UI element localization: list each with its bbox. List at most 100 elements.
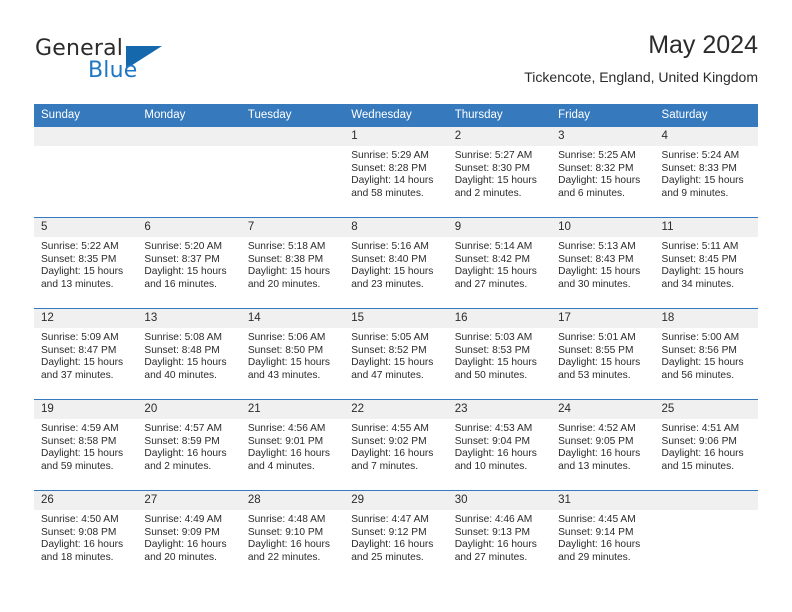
general-blue-logo[interactable]: General Blue xyxy=(35,36,225,88)
calendar-day-cell[interactable]: 17 Sunrise: 5:01 AM Sunset: 8:55 PM Dayligh… xyxy=(551,308,655,400)
calendar-day-cell[interactable]: 31 Sunrise: 4:45 AM Sunset: 9:14 PM Dayligh… xyxy=(551,490,655,581)
calendar-cell-empty xyxy=(240,127,345,218)
daylight-text-line2: and 6 minutes. xyxy=(558,187,625,199)
day-cell-inner: 19 Sunrise: 4:59 AM Sunset: 8:58 PM Dayligh… xyxy=(34,400,138,490)
calendar-day-cell[interactable]: 4 Sunrise: 5:24 AM Sunset: 8:33 PM Daylight… xyxy=(654,127,758,218)
daylight-text-line2: and 43 minutes. xyxy=(247,369,321,381)
day-cell-inner: 27 Sunrise: 4:49 AM Sunset: 9:09 PM Dayligh… xyxy=(137,491,241,581)
daylight-text-line2: and 58 minutes. xyxy=(351,187,424,199)
calendar-week-row: 1 Sunrise: 5:29 AM Sunset: 8:28 PM Daylight… xyxy=(34,127,758,218)
calendar-day-cell[interactable]: 21 Sunrise: 4:56 AM Sunset: 9:01 PM Dayligh… xyxy=(240,399,345,491)
calendar-day-cell[interactable]: 24 Sunrise: 4:52 AM Sunset: 9:05 PM Dayligh… xyxy=(551,399,655,491)
daylight-text-line1: Daylight: 16 hours xyxy=(41,539,124,551)
day-number: 7 xyxy=(240,218,345,237)
sunset-text: Sunset: 8:58 PM xyxy=(41,435,117,447)
sunset-text: Sunset: 8:45 PM xyxy=(661,253,737,265)
calendar-day-cell[interactable]: 23 Sunrise: 4:53 AM Sunset: 9:04 PM Dayligh… xyxy=(447,399,552,491)
calendar-day-cell[interactable]: 3 Sunrise: 5:25 AM Sunset: 8:32 PM Daylight… xyxy=(551,127,655,218)
day-number: 6 xyxy=(137,218,241,237)
weekday-header-saturday: Saturday xyxy=(654,104,758,127)
day-cell-inner: 28 Sunrise: 4:48 AM Sunset: 9:10 PM Dayligh… xyxy=(240,491,345,581)
daylight-text-line1: Daylight: 15 hours xyxy=(558,266,641,278)
sunset-text: Sunset: 8:32 PM xyxy=(558,162,634,174)
day-details: Sunrise: 5:20 AM Sunset: 8:37 PM Daylight:… xyxy=(137,237,240,291)
daylight-text-line1: Daylight: 15 hours xyxy=(454,266,537,278)
day-number: 26 xyxy=(34,491,138,510)
calendar-day-cell[interactable]: 5 Sunrise: 5:22 AM Sunset: 8:35 PM Daylight… xyxy=(34,217,138,309)
daylight-text-line2: and 59 minutes. xyxy=(41,460,114,472)
calendar-day-cell[interactable]: 18 Sunrise: 5:00 AM Sunset: 8:56 PM Dayligh… xyxy=(654,308,758,400)
day-number: 15 xyxy=(344,309,448,328)
calendar-day-cell[interactable]: 8 Sunrise: 5:16 AM Sunset: 8:40 PM Daylight… xyxy=(344,217,448,309)
sunset-text: Sunset: 8:48 PM xyxy=(144,344,220,356)
calendar-day-cell[interactable]: 1 Sunrise: 5:29 AM Sunset: 8:28 PM Daylight… xyxy=(344,127,448,218)
daylight-text-line2: and 29 minutes. xyxy=(558,551,631,563)
calendar-header-row: Sunday Monday Tuesday Wednesday Thursday… xyxy=(34,104,758,127)
calendar-day-cell[interactable]: 20 Sunrise: 4:57 AM Sunset: 8:59 PM Dayligh… xyxy=(137,399,241,491)
daylight-text-line1: Daylight: 15 hours xyxy=(351,357,434,369)
day-number: 17 xyxy=(551,309,655,328)
calendar-day-cell[interactable]: 19 Sunrise: 4:59 AM Sunset: 8:58 PM Dayligh… xyxy=(34,399,138,491)
day-number: 9 xyxy=(447,218,552,237)
calendar-day-cell[interactable]: 14 Sunrise: 5:06 AM Sunset: 8:50 PM Dayligh… xyxy=(240,308,345,400)
daylight-text-line1: Daylight: 16 hours xyxy=(454,448,537,460)
calendar-day-cell[interactable]: 9 Sunrise: 5:14 AM Sunset: 8:42 PM Daylight… xyxy=(447,217,552,309)
day-cell-inner: 17 Sunrise: 5:01 AM Sunset: 8:55 PM Dayligh… xyxy=(551,309,655,399)
daylight-text-line2: and 53 minutes. xyxy=(558,369,631,381)
sunset-text: Sunset: 9:04 PM xyxy=(454,435,531,447)
day-details: Sunrise: 5:14 AM Sunset: 8:42 PM Daylight:… xyxy=(448,237,551,291)
calendar-week-row: 12 Sunrise: 5:09 AM Sunset: 8:47 PM Dayligh… xyxy=(34,308,758,400)
calendar-day-cell[interactable]: 11 Sunrise: 5:11 AM Sunset: 8:45 PM Dayligh… xyxy=(654,217,758,309)
day-details: Sunrise: 5:27 AM Sunset: 8:30 PM Daylight:… xyxy=(448,146,551,200)
sunset-text: Sunset: 8:47 PM xyxy=(41,344,117,356)
calendar-day-cell[interactable]: 12 Sunrise: 5:09 AM Sunset: 8:47 PM Dayligh… xyxy=(34,308,138,400)
sunrise-text: Sunrise: 5:11 AM xyxy=(661,241,739,252)
day-number xyxy=(240,127,345,146)
daylight-text-line1: Daylight: 16 hours xyxy=(247,539,330,551)
calendar-day-cell[interactable]: 22 Sunrise: 4:55 AM Sunset: 9:02 PM Dayligh… xyxy=(344,399,448,491)
day-details: Sunrise: 4:59 AM Sunset: 8:58 PM Daylight:… xyxy=(34,419,137,473)
daylight-text-line1: Daylight: 16 hours xyxy=(247,448,330,460)
calendar-day-cell[interactable]: 10 Sunrise: 5:13 AM Sunset: 8:43 PM Dayligh… xyxy=(551,217,655,309)
sunrise-text: Sunrise: 5:13 AM xyxy=(558,241,636,252)
day-cell-inner: 20 Sunrise: 4:57 AM Sunset: 8:59 PM Dayligh… xyxy=(137,400,241,490)
sunrise-text: Sunrise: 4:48 AM xyxy=(247,514,326,525)
day-cell-inner xyxy=(240,127,345,217)
calendar-day-cell[interactable]: 13 Sunrise: 5:08 AM Sunset: 8:48 PM Dayligh… xyxy=(137,308,241,400)
daylight-text-line2: and 13 minutes. xyxy=(41,278,114,290)
calendar-day-cell[interactable]: 6 Sunrise: 5:20 AM Sunset: 8:37 PM Daylight… xyxy=(137,217,241,309)
calendar-day-cell[interactable]: 7 Sunrise: 5:18 AM Sunset: 8:38 PM Daylight… xyxy=(240,217,345,309)
day-number: 19 xyxy=(34,400,138,419)
day-cell-inner: 26 Sunrise: 4:50 AM Sunset: 9:08 PM Dayligh… xyxy=(34,491,138,581)
calendar-day-cell[interactable]: 15 Sunrise: 5:05 AM Sunset: 8:52 PM Dayligh… xyxy=(344,308,448,400)
day-cell-inner: 8 Sunrise: 5:16 AM Sunset: 8:40 PM Daylight… xyxy=(344,218,448,308)
calendar-day-cell[interactable]: 29 Sunrise: 4:47 AM Sunset: 9:12 PM Dayligh… xyxy=(344,490,448,581)
daylight-text-line2: and 22 minutes. xyxy=(247,551,321,563)
sunset-text: Sunset: 9:12 PM xyxy=(351,526,427,538)
day-details: Sunrise: 5:09 AM Sunset: 8:47 PM Daylight:… xyxy=(34,328,137,382)
calendar-day-cell[interactable]: 25 Sunrise: 4:51 AM Sunset: 9:06 PM Dayligh… xyxy=(654,399,758,491)
calendar-day-cell[interactable]: 27 Sunrise: 4:49 AM Sunset: 9:09 PM Dayligh… xyxy=(137,490,241,581)
weekday-header-sunday: Sunday xyxy=(34,104,138,127)
sunrise-text: Sunrise: 5:01 AM xyxy=(558,332,636,343)
day-details: Sunrise: 5:08 AM Sunset: 8:48 PM Daylight:… xyxy=(137,328,240,382)
daylight-text-line1: Daylight: 15 hours xyxy=(661,266,744,278)
day-number: 31 xyxy=(551,491,655,510)
day-number: 1 xyxy=(344,127,448,146)
daylight-text-line2: and 47 minutes. xyxy=(351,369,424,381)
day-details: Sunrise: 4:49 AM Sunset: 9:09 PM Daylight:… xyxy=(137,510,240,564)
calendar-day-cell[interactable]: 30 Sunrise: 4:46 AM Sunset: 9:13 PM Dayligh… xyxy=(447,490,552,581)
day-number: 22 xyxy=(344,400,448,419)
sunrise-text: Sunrise: 4:53 AM xyxy=(454,423,533,434)
calendar-day-cell[interactable]: 2 Sunrise: 5:27 AM Sunset: 8:30 PM Daylight… xyxy=(447,127,552,218)
day-number: 29 xyxy=(344,491,448,510)
day-details: Sunrise: 4:53 AM Sunset: 9:04 PM Daylight:… xyxy=(448,419,551,473)
day-cell-inner: 3 Sunrise: 5:25 AM Sunset: 8:32 PM Daylight… xyxy=(551,127,655,217)
calendar-day-cell[interactable]: 28 Sunrise: 4:48 AM Sunset: 9:10 PM Dayligh… xyxy=(240,490,345,581)
day-cell-inner: 12 Sunrise: 5:09 AM Sunset: 8:47 PM Dayligh… xyxy=(34,309,138,399)
calendar-day-cell[interactable]: 16 Sunrise: 5:03 AM Sunset: 8:53 PM Dayligh… xyxy=(447,308,552,400)
sunset-text: Sunset: 8:42 PM xyxy=(454,253,531,265)
daylight-text-line1: Daylight: 15 hours xyxy=(661,175,744,187)
day-cell-inner: 22 Sunrise: 4:55 AM Sunset: 9:02 PM Dayligh… xyxy=(344,400,448,490)
calendar-day-cell[interactable]: 26 Sunrise: 4:50 AM Sunset: 9:08 PM Dayligh… xyxy=(34,490,138,581)
